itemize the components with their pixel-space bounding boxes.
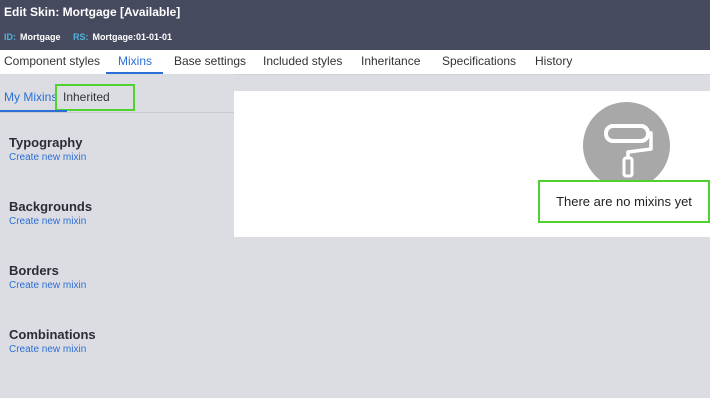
section-title: Typography [9, 135, 83, 150]
page-title: Edit Skin: Mortgage [Available] [4, 5, 181, 19]
tab-base-settings[interactable]: Base settings [174, 54, 246, 68]
section-title: Borders [9, 263, 59, 278]
create-mixin-link[interactable]: Create new mixin [9, 216, 92, 227]
section-backgrounds: Backgrounds Create new mixin [9, 199, 92, 227]
section-title: Combinations [9, 327, 96, 342]
tab-bar: Component styles Mixins Base settings In… [0, 50, 710, 75]
create-mixin-link[interactable]: Create new mixin [9, 280, 86, 291]
subtab-inherited[interactable]: Inherited [63, 90, 110, 104]
section-borders: Borders Create new mixin [9, 263, 86, 291]
create-mixin-link[interactable]: Create new mixin [9, 344, 96, 355]
tab-inheritance[interactable]: Inheritance [361, 54, 420, 68]
tab-included-styles[interactable]: Included styles [263, 54, 342, 68]
section-combinations: Combinations Create new mixin [9, 327, 96, 355]
mixin-detail-panel: There are no mixins yet [234, 91, 710, 237]
rs-value: Mortgage:01-01-01 [92, 32, 173, 42]
tab-component-styles[interactable]: Component styles [4, 54, 100, 68]
mixin-subtabs: My Mixins Inherited [0, 74, 234, 113]
id-value: Mortgage [20, 32, 61, 42]
section-typography: Typography Create new mixin [9, 135, 86, 163]
rs-label: RS: [73, 32, 89, 42]
id-label: ID: [4, 32, 16, 42]
empty-state-message: There are no mixins yet [538, 180, 710, 223]
tab-mixins[interactable]: Mixins [118, 54, 152, 68]
edit-header: Edit Skin: Mortgage [Available] ID: Mortg… [0, 0, 710, 50]
tab-history[interactable]: History [535, 54, 572, 68]
rule-meta: ID: Mortgage RS: Mortgage:01-01-01 [4, 32, 182, 42]
create-mixin-link[interactable]: Create new mixin [9, 152, 86, 163]
section-title: Backgrounds [9, 199, 93, 214]
tab-specifications[interactable]: Specifications [442, 54, 516, 68]
paint-roller-icon [583, 102, 670, 189]
active-subtab-indicator [0, 110, 67, 112]
subtab-my-mixins[interactable]: My Mixins [4, 90, 57, 104]
